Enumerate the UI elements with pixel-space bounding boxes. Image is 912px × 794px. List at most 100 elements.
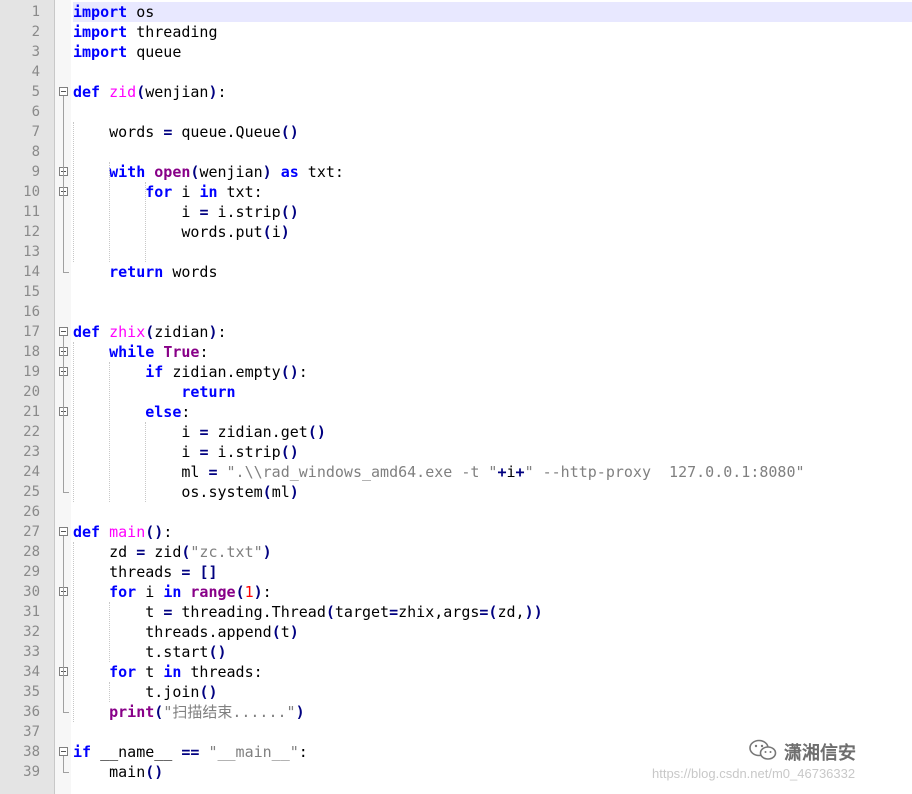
indent-guide: [73, 122, 74, 262]
code-line[interactable]: for i in range(1):: [73, 582, 912, 602]
code-token: if: [145, 363, 164, 381]
line-number: 37: [23, 724, 40, 740]
fold-region-line: [63, 336, 64, 492]
code-token: :: [199, 343, 209, 361]
code-token: t: [280, 623, 290, 641]
code-line[interactable]: [73, 302, 912, 322]
indent-guide: [145, 182, 147, 262]
code-line[interactable]: t.start(): [73, 642, 912, 662]
code-token: t.start: [73, 643, 209, 661]
code-line[interactable]: words = queue.Queue(): [73, 122, 912, 142]
code-line[interactable]: with open(wenjian) as txt:: [73, 162, 912, 182]
code-line[interactable]: for t in threads:: [73, 662, 912, 682]
fold-toggle-icon[interactable]: [59, 747, 68, 756]
code-token: return: [109, 263, 164, 281]
line-number: 33: [23, 644, 40, 660]
fold-toggle-icon[interactable]: [59, 327, 68, 336]
code-token: i: [271, 223, 281, 241]
line-number: 10: [23, 184, 40, 200]
code-line[interactable]: [73, 242, 912, 262]
code-token: words.put: [73, 223, 263, 241]
code-token: in: [163, 663, 182, 681]
code-line[interactable]: words.put(i): [73, 222, 912, 242]
wechat-icon: [748, 738, 778, 766]
code-line[interactable]: [73, 102, 912, 122]
fold-region-end: [63, 712, 69, 713]
code-line[interactable]: while True:: [73, 342, 912, 362]
fold-toggle-icon[interactable]: [59, 87, 68, 96]
line-number: 8: [31, 144, 40, 160]
code-line[interactable]: import os: [73, 2, 912, 22]
code-token: =: [136, 543, 146, 561]
code-line[interactable]: i = i.strip(): [73, 202, 912, 222]
code-token: ".\\rad_windows_amd64.exe -t ": [226, 463, 498, 481]
code-token: i: [73, 203, 200, 221]
code-line[interactable]: t.join(): [73, 682, 912, 702]
code-token: for: [109, 663, 137, 681]
code-token: threads:: [181, 663, 263, 681]
code-token: []: [199, 563, 218, 581]
code-line[interactable]: [73, 62, 912, 82]
code-line[interactable]: [73, 142, 912, 162]
code-line[interactable]: i = zidian.get(): [73, 422, 912, 442]
code-token: :: [181, 403, 191, 421]
code-token: wenjian: [145, 83, 209, 101]
code-token: i.strip: [208, 203, 281, 221]
code-token: )): [524, 603, 543, 621]
code-line[interactable]: i = i.strip(): [73, 442, 912, 462]
code-token: :: [298, 743, 308, 761]
code-line[interactable]: for i in txt:: [73, 182, 912, 202]
line-number: 22: [23, 424, 40, 440]
code-token: ): [280, 223, 290, 241]
line-number: 18: [23, 344, 40, 360]
code-line[interactable]: if zidian.empty():: [73, 362, 912, 382]
code-line[interactable]: return words: [73, 262, 912, 282]
code-line[interactable]: [73, 282, 912, 302]
code-editor[interactable]: 1 2 3 4 5 6 7 8 9 10 11 12 13 14 15 16 17 18 19 20 21 22 23 24 2…: [0, 0, 912, 794]
fold-region-end: [63, 492, 69, 493]
code-line[interactable]: import queue: [73, 42, 912, 62]
code-token: :: [298, 363, 308, 381]
code-token: (: [271, 623, 281, 641]
code-line[interactable]: return: [73, 382, 912, 402]
code-line[interactable]: def main():: [73, 522, 912, 542]
code-token: def: [73, 323, 101, 341]
code-token: target: [334, 603, 390, 621]
code-token: os.system: [73, 483, 263, 501]
line-number: 38: [23, 744, 40, 760]
code-token: (): [199, 683, 218, 701]
code-line[interactable]: def zhix(zidian):: [73, 322, 912, 342]
code-token: =: [163, 123, 173, 141]
code-line[interactable]: zd = zid("zc.txt"): [73, 542, 912, 562]
code-line[interactable]: threads.append(t): [73, 622, 912, 642]
code-line[interactable]: else:: [73, 402, 912, 422]
code-line[interactable]: threads = []: [73, 562, 912, 582]
code-token: i: [73, 423, 200, 441]
line-number: 13: [23, 244, 40, 260]
line-number-gutter: 1 2 3 4 5 6 7 8 9 10 11 12 13 14 15 16 17 18 19 20 21 22 23 24 2…: [0, 0, 55, 794]
code-line[interactable]: import threading: [73, 22, 912, 42]
line-number: 25: [23, 484, 40, 500]
code-token: main: [109, 523, 146, 541]
code-line[interactable]: print("扫描结束......"): [73, 702, 912, 722]
code-token: ): [289, 623, 299, 641]
code-token: ml: [271, 483, 290, 501]
code-token: ml: [73, 463, 209, 481]
fold-toggle-icon[interactable]: [59, 527, 68, 536]
code-line[interactable]: os.system(ml): [73, 482, 912, 502]
code-token: in: [163, 583, 182, 601]
code-token: (: [325, 603, 335, 621]
code-token: in: [199, 183, 218, 201]
line-number: 31: [23, 604, 40, 620]
indent-guide: [109, 362, 111, 502]
code-line[interactable]: def zid(wenjian):: [73, 82, 912, 102]
code-line[interactable]: t = threading.Thread(target=zhix,args=(z…: [73, 602, 912, 622]
code-token: (): [280, 443, 299, 461]
code-line[interactable]: ml = ".\\rad_windows_amd64.exe -t "+i+" …: [73, 462, 912, 482]
code-line[interactable]: [73, 502, 912, 522]
line-number: 32: [23, 624, 40, 640]
code-token: print: [109, 703, 155, 721]
code-token: (: [136, 83, 146, 101]
